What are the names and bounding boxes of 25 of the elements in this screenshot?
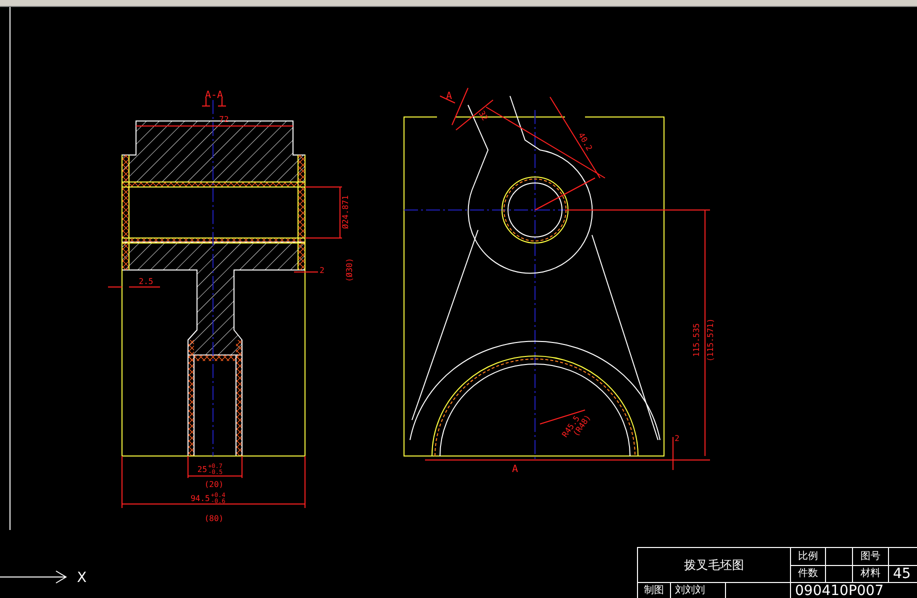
dimension-text: (20) [204, 480, 224, 489]
ucs-axis-icon [0, 570, 67, 584]
dimension-text: A [512, 464, 518, 475]
dimension-text: 2.5 [138, 277, 154, 286]
title-block-cell [826, 566, 853, 583]
material-label: 材料 [853, 566, 889, 583]
drawn-by-name: 刘刘刘 [671, 583, 726, 598]
number-label: 图号 [853, 548, 889, 566]
dimension-text: Ø24.871 [341, 195, 350, 229]
axis-label: X [77, 570, 87, 586]
dimension-text: (80) [204, 514, 224, 523]
dimension-text: 2 [674, 434, 680, 443]
drawn-by-label: 制图 [638, 583, 671, 598]
dimension-text: (115.571) [706, 318, 715, 362]
scale-label: 比例 [791, 548, 826, 566]
drawing-code: 090410P007 [791, 583, 917, 598]
quantity-label: 件数 [791, 566, 826, 583]
dimension-text: (Ø30) [345, 258, 354, 282]
drawing-title: 拨叉毛坯图 [638, 548, 791, 583]
dimension-text: 115.535 [692, 323, 701, 357]
section-title: A-A [204, 90, 224, 101]
dimension-text: 2 [320, 266, 324, 275]
dimension-text: 32 [476, 109, 490, 122]
dimension-text: A [446, 91, 452, 102]
material-value: 45 [889, 566, 917, 583]
